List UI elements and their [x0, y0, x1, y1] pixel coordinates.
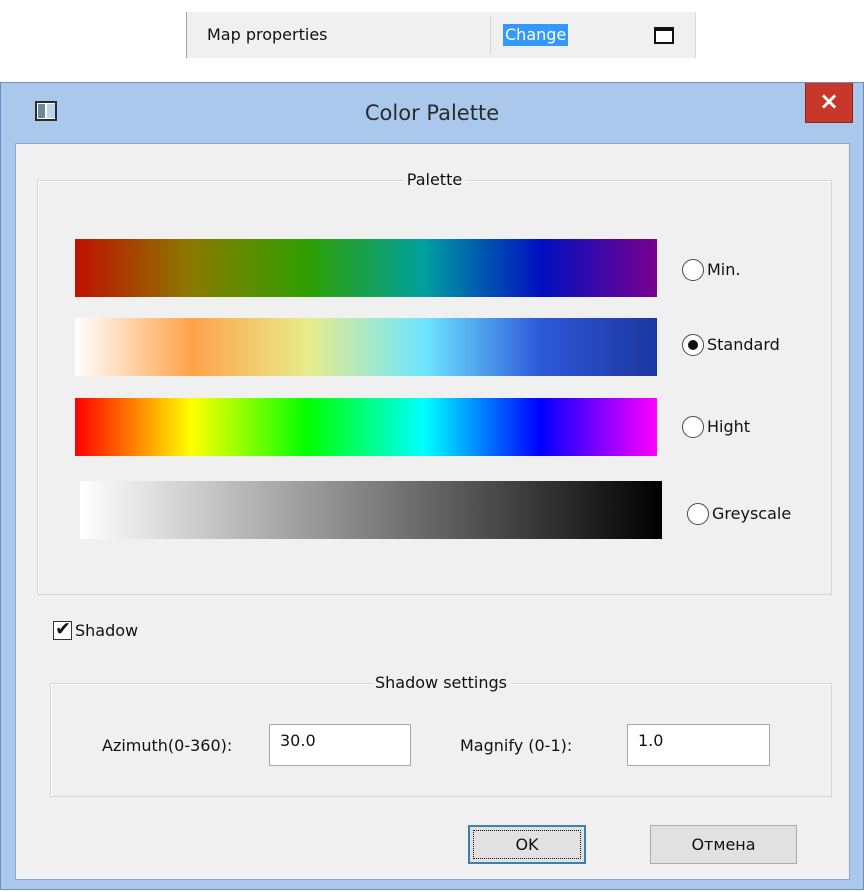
palette-group-title-text: Palette: [402, 170, 467, 189]
radio-hight-label: Hight: [707, 417, 751, 436]
color-palette-dialog: Color Palette × Palette Min. Standard Hi…: [0, 82, 864, 890]
window-maximize-icon[interactable]: [654, 27, 674, 44]
palette-bar-standard[interactable]: [75, 318, 657, 376]
property-separator: [490, 16, 491, 54]
radio-min-button[interactable]: [682, 259, 704, 281]
shadow-settings-title-text: Shadow settings: [370, 673, 512, 692]
palette-bar-hight[interactable]: [75, 398, 657, 456]
palette-group-title: Palette: [38, 169, 831, 191]
cancel-button[interactable]: Отмена: [650, 825, 797, 864]
shadow-label: Shadow: [75, 620, 139, 640]
radio-hight[interactable]: Hight: [682, 414, 750, 440]
radio-min-label: Min.: [707, 260, 741, 279]
property-name: Map properties: [207, 25, 328, 44]
focus-rectangle: [473, 830, 581, 859]
radio-min[interactable]: Min.: [682, 257, 740, 283]
shadow-settings-title: Shadow settings: [51, 672, 831, 694]
title-bar[interactable]: Color Palette ×: [1, 83, 863, 143]
magnify-label: Magnify (0-1):: [460, 736, 573, 755]
radio-hight-button[interactable]: [682, 416, 704, 438]
magnify-input[interactable]: 1.0: [627, 724, 770, 766]
checkmark-icon: ✔: [55, 617, 71, 640]
radio-standard-button[interactable]: [682, 334, 704, 356]
property-row: Map properties Change: [186, 12, 696, 58]
dialog-title: Color Palette: [364, 101, 500, 125]
close-button[interactable]: ×: [805, 83, 853, 123]
radio-greyscale[interactable]: Greyscale: [687, 501, 791, 527]
radio-standard-label: Standard: [707, 335, 780, 354]
shadow-checkbox-row[interactable]: ✔ Shadow: [53, 618, 138, 642]
radio-standard[interactable]: Standard: [682, 332, 780, 358]
property-value[interactable]: Change: [503, 24, 569, 46]
palette-bar-greyscale[interactable]: [80, 481, 662, 539]
shadow-checkbox[interactable]: ✔: [53, 617, 72, 640]
dialog-client-area: Palette Min. Standard Hight Greyscale ✔: [15, 143, 850, 880]
ok-button[interactable]: OK: [468, 825, 586, 864]
radio-greyscale-label: Greyscale: [712, 504, 792, 523]
azimuth-label: Azimuth(0-360):: [102, 736, 233, 755]
palette-bar-min[interactable]: [75, 239, 657, 297]
cancel-button-label: Отмена: [691, 835, 756, 854]
radio-greyscale-button[interactable]: [687, 503, 709, 525]
azimuth-input[interactable]: 30.0: [269, 724, 411, 766]
